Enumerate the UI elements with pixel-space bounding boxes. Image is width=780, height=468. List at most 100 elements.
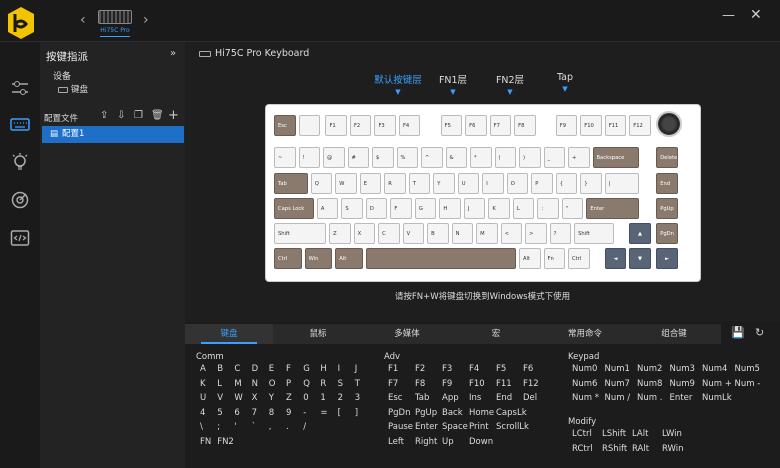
key-0-7[interactable]: F6 <box>465 115 487 136</box>
key-0-10[interactable]: F9 <box>555 115 578 136</box>
comm-key[interactable]: = <box>320 408 327 418</box>
keypad-key[interactable]: Num - <box>735 379 761 389</box>
key-3-10[interactable]: : <box>537 198 559 219</box>
arrow-key-icon[interactable]: ◄ <box>604 248 627 269</box>
keypad-key[interactable]: NumLk <box>702 393 732 403</box>
comm-key[interactable]: 0 <box>303 393 308 403</box>
next-device-icon[interactable]: › <box>143 12 149 28</box>
key-2-9[interactable]: O <box>506 173 529 194</box>
key-2-5[interactable]: T <box>408 173 431 194</box>
key-3-6[interactable]: H <box>439 198 461 219</box>
comm-key[interactable]: V <box>217 393 223 403</box>
key-1-3[interactable]: # <box>347 147 369 168</box>
comm-key[interactable]: / <box>303 422 306 432</box>
comm-key[interactable]: Z <box>286 393 292 403</box>
key-1-2[interactable]: @ <box>323 147 345 168</box>
key-4-13[interactable]: PgDn <box>656 223 678 244</box>
modify-key[interactable]: RCtrl <box>572 444 593 454</box>
comm-key[interactable]: R <box>320 379 326 389</box>
key-0-12[interactable]: F11 <box>604 115 627 136</box>
key-4-9[interactable]: > <box>525 223 547 244</box>
prev-device-icon[interactable]: ‹ <box>80 12 86 28</box>
adv-key[interactable]: Down <box>469 437 493 447</box>
comm-key[interactable]: 8 <box>269 408 274 418</box>
adv-key[interactable]: Space <box>442 422 468 432</box>
adv-key[interactable]: CapsLk <box>496 408 527 418</box>
comm-key[interactable]: J <box>355 364 358 374</box>
device-thumbnail[interactable] <box>98 10 132 24</box>
key-0-3[interactable]: F2 <box>349 115 372 136</box>
key-0-8[interactable]: F7 <box>489 115 512 136</box>
adv-key[interactable]: Right <box>415 437 437 447</box>
keyboard-icon[interactable] <box>10 114 30 134</box>
comm-key[interactable]: L <box>217 379 222 389</box>
comm-key[interactable]: 5 <box>217 408 222 418</box>
comm-key[interactable]: O <box>269 379 276 389</box>
keypad-key[interactable]: Enter <box>670 393 693 403</box>
adv-key[interactable]: F7 <box>388 379 398 389</box>
key-3-11[interactable]: " <box>561 198 584 219</box>
key-2-3[interactable]: E <box>359 173 382 194</box>
key-2-0[interactable]: Tab <box>274 173 308 194</box>
sliders-icon[interactable] <box>10 78 30 98</box>
config-item-1[interactable]: ▤ 配置1 <box>42 126 184 143</box>
adv-key[interactable]: F2 <box>415 364 425 374</box>
close-icon[interactable]: ✕ <box>750 7 762 23</box>
key-5-1[interactable]: Win <box>304 248 333 269</box>
adv-key[interactable]: PgUp <box>415 408 437 418</box>
comm-key[interactable]: FN <box>200 437 211 447</box>
adv-key[interactable]: F4 <box>469 364 479 374</box>
category-tab-2[interactable]: 多媒体 <box>363 324 451 344</box>
key-1-7[interactable]: & <box>445 147 467 168</box>
key-4-4[interactable]: V <box>402 223 425 244</box>
save-icon[interactable]: 💾 <box>731 326 745 339</box>
key-4-7[interactable]: M <box>476 223 498 244</box>
key-3-7[interactable]: J <box>463 198 486 219</box>
key-0-1[interactable] <box>298 115 320 136</box>
comm-key[interactable]: K <box>200 379 206 389</box>
comm-key[interactable]: - <box>303 408 306 418</box>
key-5-3[interactable] <box>365 248 516 269</box>
comm-key[interactable]: A <box>200 364 206 374</box>
comm-key[interactable]: F <box>286 364 291 374</box>
modify-key[interactable]: RWin <box>662 444 684 454</box>
keypad-key[interactable]: Num6 <box>572 379 597 389</box>
key-1-12[interactable]: + <box>568 147 590 168</box>
comm-key[interactable]: ' <box>234 422 236 432</box>
key-3-0[interactable]: Caps Lock <box>274 198 314 219</box>
key-2-6[interactable]: Y <box>433 173 455 194</box>
comm-key[interactable]: H <box>320 364 326 374</box>
comm-key[interactable]: Y <box>269 393 274 403</box>
key-5-5[interactable]: Fn <box>543 248 565 269</box>
adv-key[interactable]: Esc <box>388 393 402 403</box>
key-1-5[interactable]: % <box>396 147 418 168</box>
adv-key[interactable]: Print <box>469 422 489 432</box>
adv-key[interactable]: PgDn <box>388 408 410 418</box>
modify-key[interactable]: RAlt <box>632 444 649 454</box>
comm-key[interactable]: \ <box>200 422 203 432</box>
comm-key[interactable]: M <box>234 379 241 389</box>
keypad-key[interactable]: Num7 <box>605 379 630 389</box>
keypad-key[interactable]: Num4 <box>702 364 727 374</box>
category-tab-4[interactable]: 常用命令 <box>541 324 629 344</box>
key-0-5[interactable]: F4 <box>398 115 421 136</box>
add-config-icon[interactable]: + <box>168 108 179 123</box>
comm-key[interactable]: Q <box>303 379 310 389</box>
keypad-key[interactable]: Num0 <box>572 364 597 374</box>
comm-key[interactable]: 2 <box>338 393 343 403</box>
category-tab-0[interactable]: 键盘 <box>185 324 273 344</box>
comm-key[interactable]: C <box>234 364 240 374</box>
adv-key[interactable]: Back <box>442 408 463 418</box>
modify-key[interactable]: LAlt <box>632 429 648 439</box>
adv-key[interactable]: F3 <box>442 364 452 374</box>
key-0-2[interactable]: F1 <box>325 115 347 136</box>
comm-key[interactable]: FN2 <box>217 437 234 447</box>
arrow-key-icon[interactable]: ▲ <box>629 223 651 244</box>
key-0-13[interactable]: F12 <box>629 115 651 136</box>
adv-key[interactable]: F6 <box>523 364 533 374</box>
key-4-1[interactable]: Z <box>329 223 351 244</box>
adv-key[interactable]: F8 <box>415 379 425 389</box>
key-4-11[interactable]: Shift <box>574 223 614 244</box>
comm-key[interactable]: 9 <box>286 408 291 418</box>
import-icon[interactable]: ⇩ <box>117 110 125 121</box>
